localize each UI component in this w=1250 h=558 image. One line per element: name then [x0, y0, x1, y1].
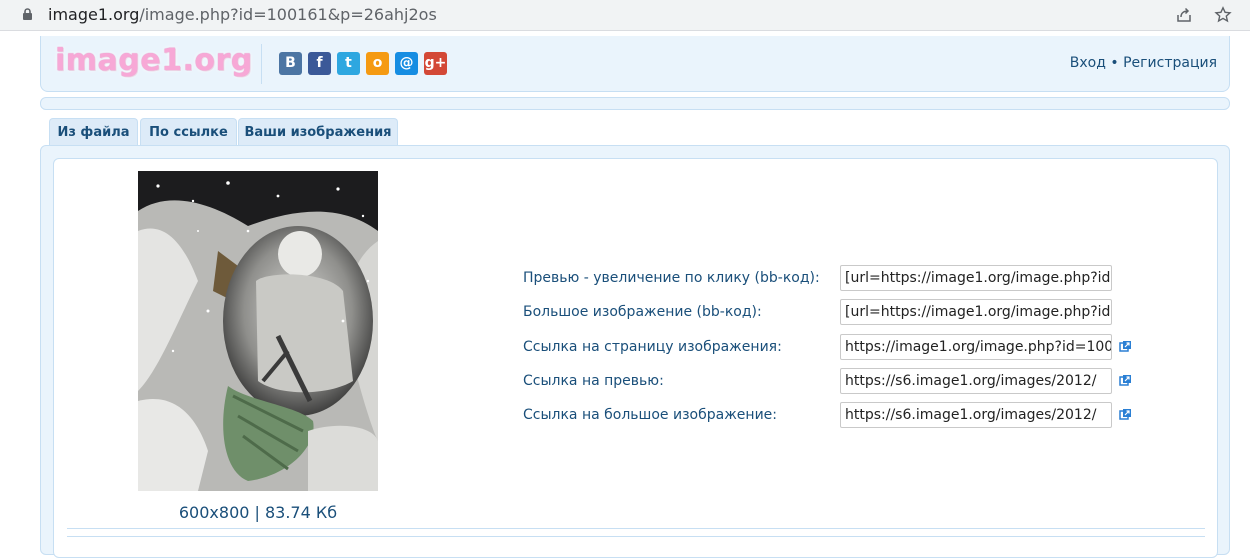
- lock-icon[interactable]: [22, 8, 33, 20]
- field-preview-bbcode[interactable]: [url=https://image1.org/image.php?id=100…: [840, 265, 1112, 291]
- vk-icon[interactable]: B: [279, 52, 302, 75]
- twitter-icon[interactable]: t: [337, 52, 360, 75]
- url-host: image1.org: [48, 5, 140, 24]
- share-icon[interactable]: [1175, 6, 1193, 24]
- odnoklassniki-icon[interactable]: o: [366, 52, 389, 75]
- label-page-link: Ссылка на страницу изображения:: [523, 339, 782, 355]
- uploaded-photo[interactable]: [138, 171, 378, 491]
- open-link-icon[interactable]: [1119, 408, 1132, 421]
- field-page-link[interactable]: https://image1.org/image.php?id=100161&p…: [840, 334, 1112, 360]
- login-link[interactable]: Вход: [1070, 55, 1106, 71]
- divider: [67, 528, 1205, 529]
- tab-by-link[interactable]: По ссылке: [140, 118, 237, 146]
- label-preview-link: Ссылка на превью:: [523, 373, 664, 389]
- google-plus-icon[interactable]: g+: [424, 52, 447, 75]
- url-text[interactable]: image1.org/image.php?id=100161&p=26ahj2o…: [48, 5, 437, 24]
- field-preview-link[interactable]: https://s6.image1.org/images/2012/: [840, 368, 1112, 394]
- field-large-link[interactable]: https://s6.image1.org/images/2012/: [840, 402, 1112, 428]
- tab-from-file[interactable]: Из файла: [49, 118, 138, 146]
- header-divider: [261, 44, 262, 84]
- tab-your-images[interactable]: Ваши изображения: [238, 118, 398, 146]
- site-logo[interactable]: image1.org: [55, 43, 253, 78]
- url-path: /image.php?id=100161&p=26ahj2os: [139, 5, 437, 24]
- open-link-icon[interactable]: [1119, 340, 1132, 353]
- open-link-icon[interactable]: [1119, 374, 1132, 387]
- address-bar[interactable]: image1.org/image.php?id=100161&p=26ahj2o…: [0, 0, 1250, 31]
- facebook-icon[interactable]: f: [308, 52, 331, 75]
- header-strip: [40, 97, 1230, 110]
- label-preview-bbcode: Превью - увеличение по клику (bb-код):: [523, 270, 820, 286]
- field-large-bbcode[interactable]: [url=https://image1.org/image.php?id=100…: [840, 299, 1112, 325]
- divider: [67, 536, 1205, 537]
- auth-separator: •: [1110, 55, 1119, 71]
- star-icon[interactable]: [1214, 6, 1232, 24]
- register-link[interactable]: Регистрация: [1123, 55, 1217, 71]
- mail-icon[interactable]: @: [395, 52, 418, 75]
- image-dimensions: 600x800 | 83.74 Кб: [178, 503, 338, 522]
- site-header: image1.org Bf t o @ g+ Вход • Регистрация: [40, 36, 1230, 92]
- auth-links: Вход • Регистрация: [1070, 55, 1217, 71]
- label-large-bbcode: Большое изображение (bb-код):: [523, 304, 762, 320]
- label-large-link: Ссылка на большое изображение:: [523, 407, 777, 423]
